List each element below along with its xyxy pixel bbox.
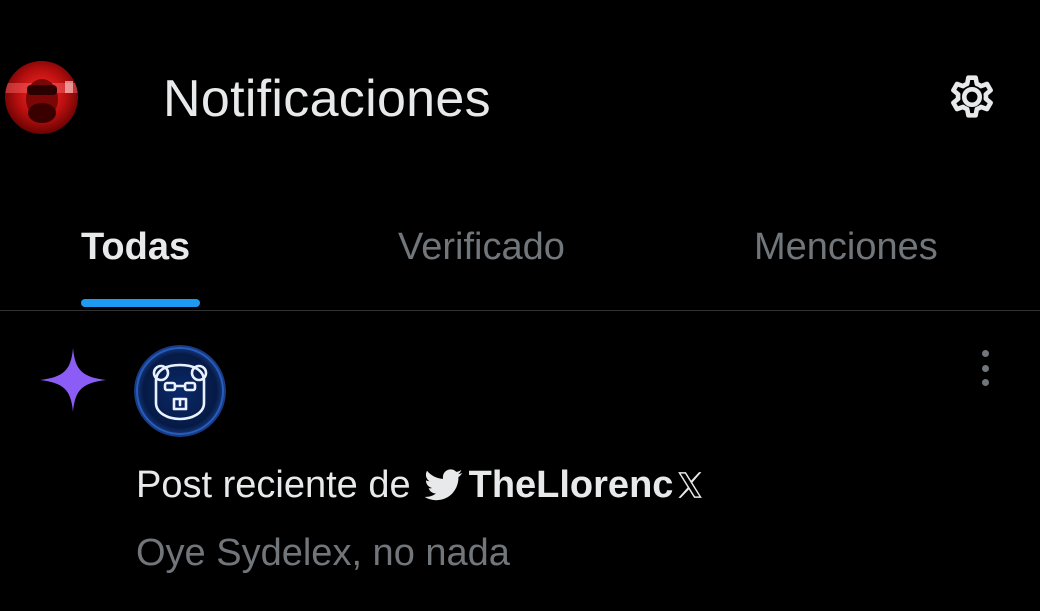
more-options-button[interactable] (968, 346, 1002, 390)
tab-verificado[interactable]: Verificado (380, 200, 620, 310)
notification-prefix: Post reciente de (136, 464, 411, 506)
sparkle-icon (40, 348, 106, 412)
active-tab-indicator (81, 299, 200, 307)
tab-label: Todas (81, 226, 191, 268)
settings-button[interactable] (938, 66, 1006, 128)
bird-icon (424, 469, 462, 501)
notification-title: Post reciente de TheLlorenc (136, 461, 703, 509)
more-vertical-icon-dot (981, 379, 989, 386)
user-avatar[interactable] (5, 61, 78, 134)
more-vertical-icon-dot (981, 350, 989, 357)
bear-avatar[interactable] (134, 345, 226, 437)
header: Notificaciones (0, 0, 1040, 200)
notification-username[interactable]: TheLlorenc (469, 461, 674, 509)
gear-icon (951, 75, 993, 118)
page-title: Notificaciones (163, 70, 491, 128)
notification-preview: Oye Sydelex, no nada (136, 532, 510, 574)
x-logo-icon (678, 472, 703, 498)
tab-bar: Todas Verificado Menciones (0, 200, 1040, 311)
tab-todas[interactable]: Todas (60, 200, 230, 310)
tab-label: Verificado (398, 226, 565, 268)
more-vertical-icon-dot (981, 364, 989, 372)
tab-label: Menciones (754, 226, 938, 268)
tab-menciones[interactable]: Menciones (740, 200, 980, 310)
